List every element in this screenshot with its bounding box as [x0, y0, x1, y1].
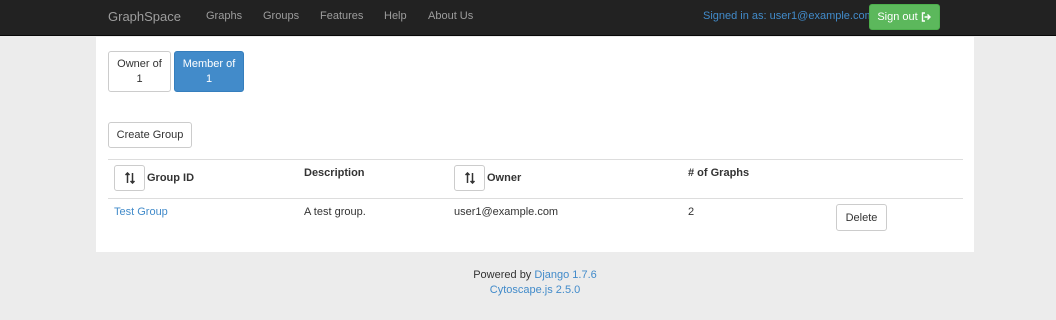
table-top-divider — [108, 159, 963, 160]
group-description: A test group. — [304, 206, 366, 218]
table-header-divider — [108, 198, 963, 199]
signed-in-link[interactable]: Signed in as: user1@example.com — [703, 10, 874, 22]
nav-graphs[interactable]: Graphs — [206, 10, 242, 22]
header-owner: Owner — [487, 172, 522, 184]
header-description: Description — [304, 167, 365, 179]
sort-icon — [464, 172, 475, 184]
page-footer: Powered by Django 1.7.6 Cytoscape.js 2.5… — [0, 268, 1056, 298]
nav-help[interactable]: Help — [384, 10, 407, 22]
delete-group-button[interactable]: Delete — [836, 204, 887, 231]
nav-about-us[interactable]: About Us — [428, 10, 473, 22]
group-id-link[interactable]: Test Group — [114, 206, 168, 218]
sign-out-label: Sign out — [877, 11, 918, 23]
nav-groups[interactable]: Groups — [263, 10, 299, 22]
create-group-button[interactable]: Create Group — [108, 122, 192, 148]
top-navbar: GraphSpace Graphs Groups Features Help A… — [0, 0, 1056, 36]
tab-member-count: 1 — [205, 72, 213, 85]
header-group-id: Group ID — [147, 172, 195, 184]
tab-owner-count: 1 — [136, 72, 143, 85]
powered-by-text: Powered by — [473, 269, 532, 281]
sort-group-id-button[interactable] — [114, 165, 145, 191]
sort-owner-button[interactable] — [454, 165, 485, 191]
tab-member-label: Member of — [182, 57, 236, 70]
header-num-graphs: # of Graphs — [688, 167, 750, 179]
cytoscape-line: Cytoscape.js 2.5.0 — [0, 283, 1056, 298]
sign-out-icon — [921, 12, 931, 22]
cytoscape-link[interactable]: Cytoscape.js 2.5.0 — [490, 284, 581, 296]
tab-owner-of[interactable]: Owner of 1 — [108, 51, 171, 92]
sort-icon — [124, 172, 135, 184]
group-graph-count: 2 — [688, 206, 695, 218]
tab-member-of[interactable]: Member of 1 — [174, 51, 244, 92]
tab-owner-label: Owner of — [117, 57, 162, 70]
powered-by-line: Powered by Django 1.7.6 — [0, 268, 1056, 283]
main-panel: Owner of 1 Member of 1 Create Group Grou… — [96, 37, 974, 252]
group-owner: user1@example.com — [454, 206, 559, 218]
nav-features[interactable]: Features — [320, 10, 363, 22]
sign-out-button[interactable]: Sign out — [869, 4, 940, 30]
django-link[interactable]: Django 1.7.6 — [534, 269, 596, 281]
brand-logo[interactable]: GraphSpace — [108, 9, 181, 24]
